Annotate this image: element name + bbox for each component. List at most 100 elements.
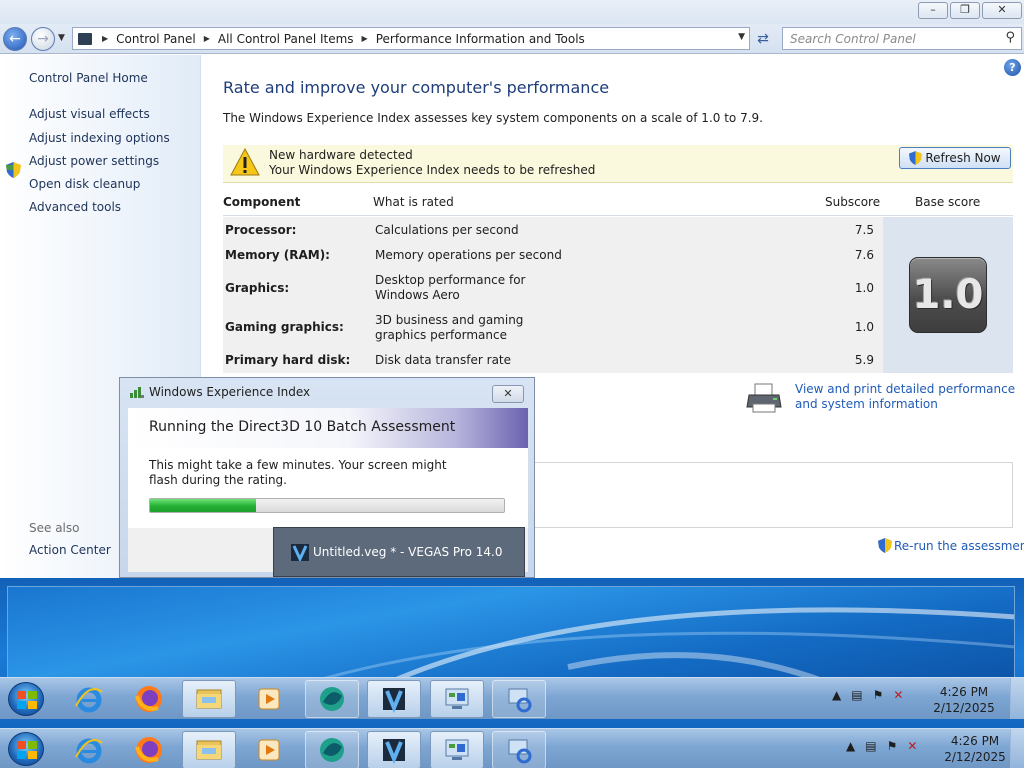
taskbar-internet-explorer[interactable] (62, 731, 116, 768)
adjust-indexing-options-link[interactable]: Adjust indexing options (29, 131, 170, 145)
start-button[interactable] (8, 732, 44, 766)
rated-metric: 3D business and gaming graphics performa… (375, 313, 524, 342)
search-input[interactable]: Search Control Panel ⚲ (782, 27, 1022, 50)
rerun-assessment-label: Re-run the assessment (894, 538, 1024, 553)
adjust-visual-effects-link[interactable]: Adjust visual effects (29, 107, 150, 121)
vegas-pro-icon (383, 739, 405, 765)
action-center-flag-icon[interactable]: ⚑ (873, 688, 884, 702)
chevron-down-icon[interactable]: ▼ (738, 32, 745, 42)
volume-muted-icon[interactable]: ✕ (907, 739, 917, 753)
breadcrumb-performance[interactable]: Performance Information and Tools (376, 32, 585, 46)
subscore-value: 1.0 (854, 320, 874, 334)
clock-time: 4:26 PM (950, 734, 1000, 748)
rerun-assessment-link[interactable]: Re-run the assessment (878, 538, 1024, 553)
taskbar-media-player[interactable] (242, 731, 296, 768)
taskbar-windows-update[interactable] (492, 731, 546, 768)
taskbar-file-explorer[interactable] (182, 680, 236, 718)
action-center-link[interactable]: Action Center (29, 543, 111, 557)
search-icon[interactable]: ⚲ (1005, 30, 1015, 45)
show-desktop-button[interactable] (1010, 678, 1024, 719)
folder-icon (196, 689, 222, 709)
media-player-icon (258, 688, 280, 710)
taskbar-windows-update[interactable] (492, 680, 546, 718)
taskbar-vegas-pro[interactable] (367, 731, 421, 768)
taskbar-vegas-pro[interactable] (367, 680, 421, 718)
taskbar-internet-explorer[interactable] (62, 680, 116, 718)
assessment-message: This might take a few minutes. Your scre… (149, 458, 447, 487)
taskbar-file-explorer[interactable] (182, 731, 236, 768)
taskbar: ▲ ▤ ⚑ ✕ 4:26 PM 2/12/2025 (0, 677, 1024, 719)
forward-button[interactable]: → (31, 27, 55, 51)
uac-shield-icon (909, 151, 923, 165)
taskbar-browser-app[interactable] (305, 680, 359, 718)
advanced-tools-link[interactable]: Advanced tools (29, 200, 121, 214)
taskbar-thumbnail-popup[interactable]: Untitled.veg * - VEGAS Pro 14.0 (273, 527, 525, 577)
warning-icon (230, 148, 260, 176)
volume-muted-icon[interactable]: ✕ (893, 688, 903, 702)
internet-explorer-icon (75, 738, 103, 764)
notice-title: New hardware detected (269, 148, 413, 162)
subscore-value: 7.6 (854, 248, 874, 262)
component-name: Primary hard disk: (225, 353, 351, 367)
header-subscore: Subscore (825, 195, 881, 209)
firefox-icon (135, 737, 162, 763)
start-button[interactable] (8, 682, 44, 716)
minimize-button[interactable]: – (918, 2, 948, 19)
action-center-flag-icon[interactable]: ⚑ (887, 739, 898, 753)
header-what-is-rated: What is rated (373, 195, 454, 209)
taskbar-browser-app[interactable] (305, 731, 359, 768)
score-table: Processor: Calculations per second 7.5 M… (223, 217, 883, 373)
control-panel-home-link[interactable]: Control Panel Home (29, 71, 148, 85)
refresh-notice-bar: New hardware detected Your Windows Exper… (223, 145, 1013, 183)
component-name: Memory (RAM): (225, 248, 330, 262)
dialog-banner: Running the Direct3D 10 Batch Assessment (128, 408, 528, 448)
dialog-close-button[interactable]: ✕ (492, 385, 524, 403)
adjust-power-settings-link[interactable]: Adjust power settings (29, 154, 159, 168)
search-placeholder: Search Control Panel (790, 32, 916, 46)
chevron-right-icon[interactable]: ▶ (204, 34, 210, 43)
help-icon[interactable]: ? (1004, 59, 1021, 76)
performance-meter-icon (130, 387, 144, 398)
taskbar-clock[interactable]: 4:26 PM 2/12/2025 (925, 684, 1003, 716)
page-title: Rate and improve your computer's perform… (223, 78, 610, 97)
taskbar-firefox[interactable] (122, 680, 176, 718)
recent-pages-dropdown[interactable]: ▼ (58, 33, 65, 43)
taskbar-control-panel[interactable] (430, 680, 484, 718)
taskbar-control-panel[interactable] (430, 731, 484, 768)
rated-metric: Disk data transfer rate (375, 353, 512, 367)
back-button[interactable]: ← (3, 27, 27, 51)
base-score-value: 1.0 (912, 272, 984, 318)
chevron-right-icon[interactable]: ▶ (362, 34, 368, 43)
show-desktop-button[interactable] (1010, 729, 1024, 768)
taskbar-clock[interactable]: 4:26 PM 2/12/2025 (936, 733, 1014, 765)
folder-icon (196, 740, 222, 760)
firefox-icon (135, 686, 162, 712)
media-player-icon (258, 739, 280, 761)
dialog-body: This might take a few minutes. Your scre… (128, 448, 528, 528)
subscore-value: 1.0 (854, 281, 874, 295)
show-hidden-icons-icon[interactable]: ▲ (832, 688, 841, 702)
chevron-right-icon[interactable]: ▶ (102, 34, 108, 43)
control-panel-icon (445, 688, 469, 709)
taskbar-media-player[interactable] (242, 680, 296, 718)
taskbar-firefox[interactable] (122, 731, 176, 768)
refresh-now-button[interactable]: Refresh Now (899, 147, 1011, 169)
address-bar[interactable]: ▶ Control Panel ▶ All Control Panel Item… (72, 27, 750, 50)
network-icon[interactable]: ▤ (865, 739, 876, 753)
breadcrumb-control-panel[interactable]: Control Panel (116, 32, 196, 46)
network-icon[interactable]: ▤ (851, 688, 862, 702)
open-disk-cleanup-link[interactable]: Open disk cleanup (29, 177, 140, 191)
maximize-button[interactable]: ❐ (950, 2, 980, 19)
browser-app-icon (320, 687, 344, 711)
windows-update-icon (508, 739, 532, 764)
see-also-label: See also (29, 521, 80, 535)
component-name: Graphics: (225, 281, 290, 295)
print-performance-info-link[interactable]: View and print detailed performance and … (795, 382, 1020, 412)
windows-logo-icon (17, 741, 37, 759)
breadcrumb-all-items[interactable]: All Control Panel Items (218, 32, 354, 46)
show-hidden-icons-icon[interactable]: ▲ (846, 739, 855, 753)
close-button[interactable]: ✕ (982, 2, 1022, 19)
uac-shield-icon (6, 162, 21, 178)
score-table-header: Component What is rated Subscore Base sc… (223, 186, 1013, 216)
refresh-icon[interactable]: ⇄ (752, 28, 774, 50)
